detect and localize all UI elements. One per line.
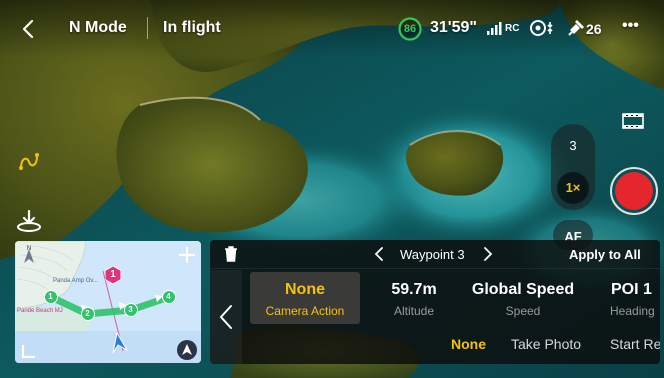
recenter-aircraft-icon[interactable] [177,340,197,360]
camera-action-label: Camera Action [265,304,345,318]
heading-label: Heading [610,304,655,318]
divider [210,268,660,269]
camera-action-value[interactable]: None [250,281,360,299]
north-indicator-icon[interactable]: N [21,245,37,265]
flight-time: 31'59" [430,19,477,36]
action-option-start-recording[interactable]: Start Re [606,330,660,356]
waypoint-number: 4 [166,292,171,301]
action-option-label: Start Re [610,336,660,352]
signal-bars-icon [487,21,505,35]
satellite-icon[interactable] [566,18,586,38]
battery-percent: 86 [403,23,417,35]
back-arrow-icon[interactable] [18,18,40,40]
zoom-level-1x[interactable]: 1× [557,180,589,195]
more-menu-icon[interactable]: ••• [622,17,639,35]
takeoff-landing-icon[interactable] [16,208,42,232]
flight-status-label: In flight [163,19,221,36]
speed-label: Speed [505,304,541,318]
poi-marker[interactable]: 1 [105,266,121,284]
apply-to-all-button[interactable]: Apply to All [569,247,641,262]
obstacle-sensing-icon[interactable] [529,18,557,38]
waypoint-marker[interactable]: 2 [81,307,95,321]
poi-number: 1 [110,269,116,280]
map-expand-icon[interactable] [177,245,197,265]
map-place-label: Pande Beach MJ [17,308,63,314]
satellite-count: 26 [586,21,602,37]
waypoint-marker-selected[interactable]: 3 [124,303,138,317]
divider [147,17,148,39]
panel-collapse-chevron-icon[interactable] [218,304,234,330]
shutter-button[interactable] [610,167,658,215]
next-waypoint-icon[interactable] [482,246,494,262]
delete-waypoint-icon[interactable] [224,246,238,262]
mini-map[interactable]: Panda Amp Ov... Pande Beach MJ 1 1 2 3 4… [15,241,201,363]
flight-mode-label[interactable]: N Mode [69,19,127,37]
waypoint-number: 3 [128,305,133,314]
waypoint-number: 1 [48,292,53,301]
rc-label: RC [505,23,520,34]
svg-text:N: N [27,246,31,252]
speed-value[interactable]: Global Speed [466,281,580,299]
action-option-take-photo[interactable]: Take Photo [511,336,581,352]
map-minimize-icon[interactable] [21,343,37,359]
waypoint-route-icon[interactable] [17,150,41,172]
altitude-value[interactable]: 59.7m [368,281,460,299]
current-waypoint-label: Waypoint 3 [400,247,465,262]
heading-value: POI 1 [611,281,652,298]
battery-ring[interactable]: 86 [398,17,422,41]
map-place-label: Panda Amp Ov... [53,278,98,284]
waypoint-marker[interactable]: 1 [44,290,58,304]
previous-waypoint-icon[interactable] [373,246,385,262]
waypoint-marker[interactable]: 4 [162,290,176,304]
zoom-level-3x[interactable]: 3 [551,138,595,153]
heading-cell[interactable]: POI 1 Heading [590,272,660,322]
record-icon [615,172,653,210]
camera-view: N Mode In flight 86 31'59" RC 26 ••• 3 1… [0,0,664,378]
video-mode-icon[interactable] [622,113,644,129]
action-option-none[interactable]: None [451,336,486,352]
waypoint-number: 2 [85,309,90,318]
altitude-label: Altitude [393,304,435,318]
